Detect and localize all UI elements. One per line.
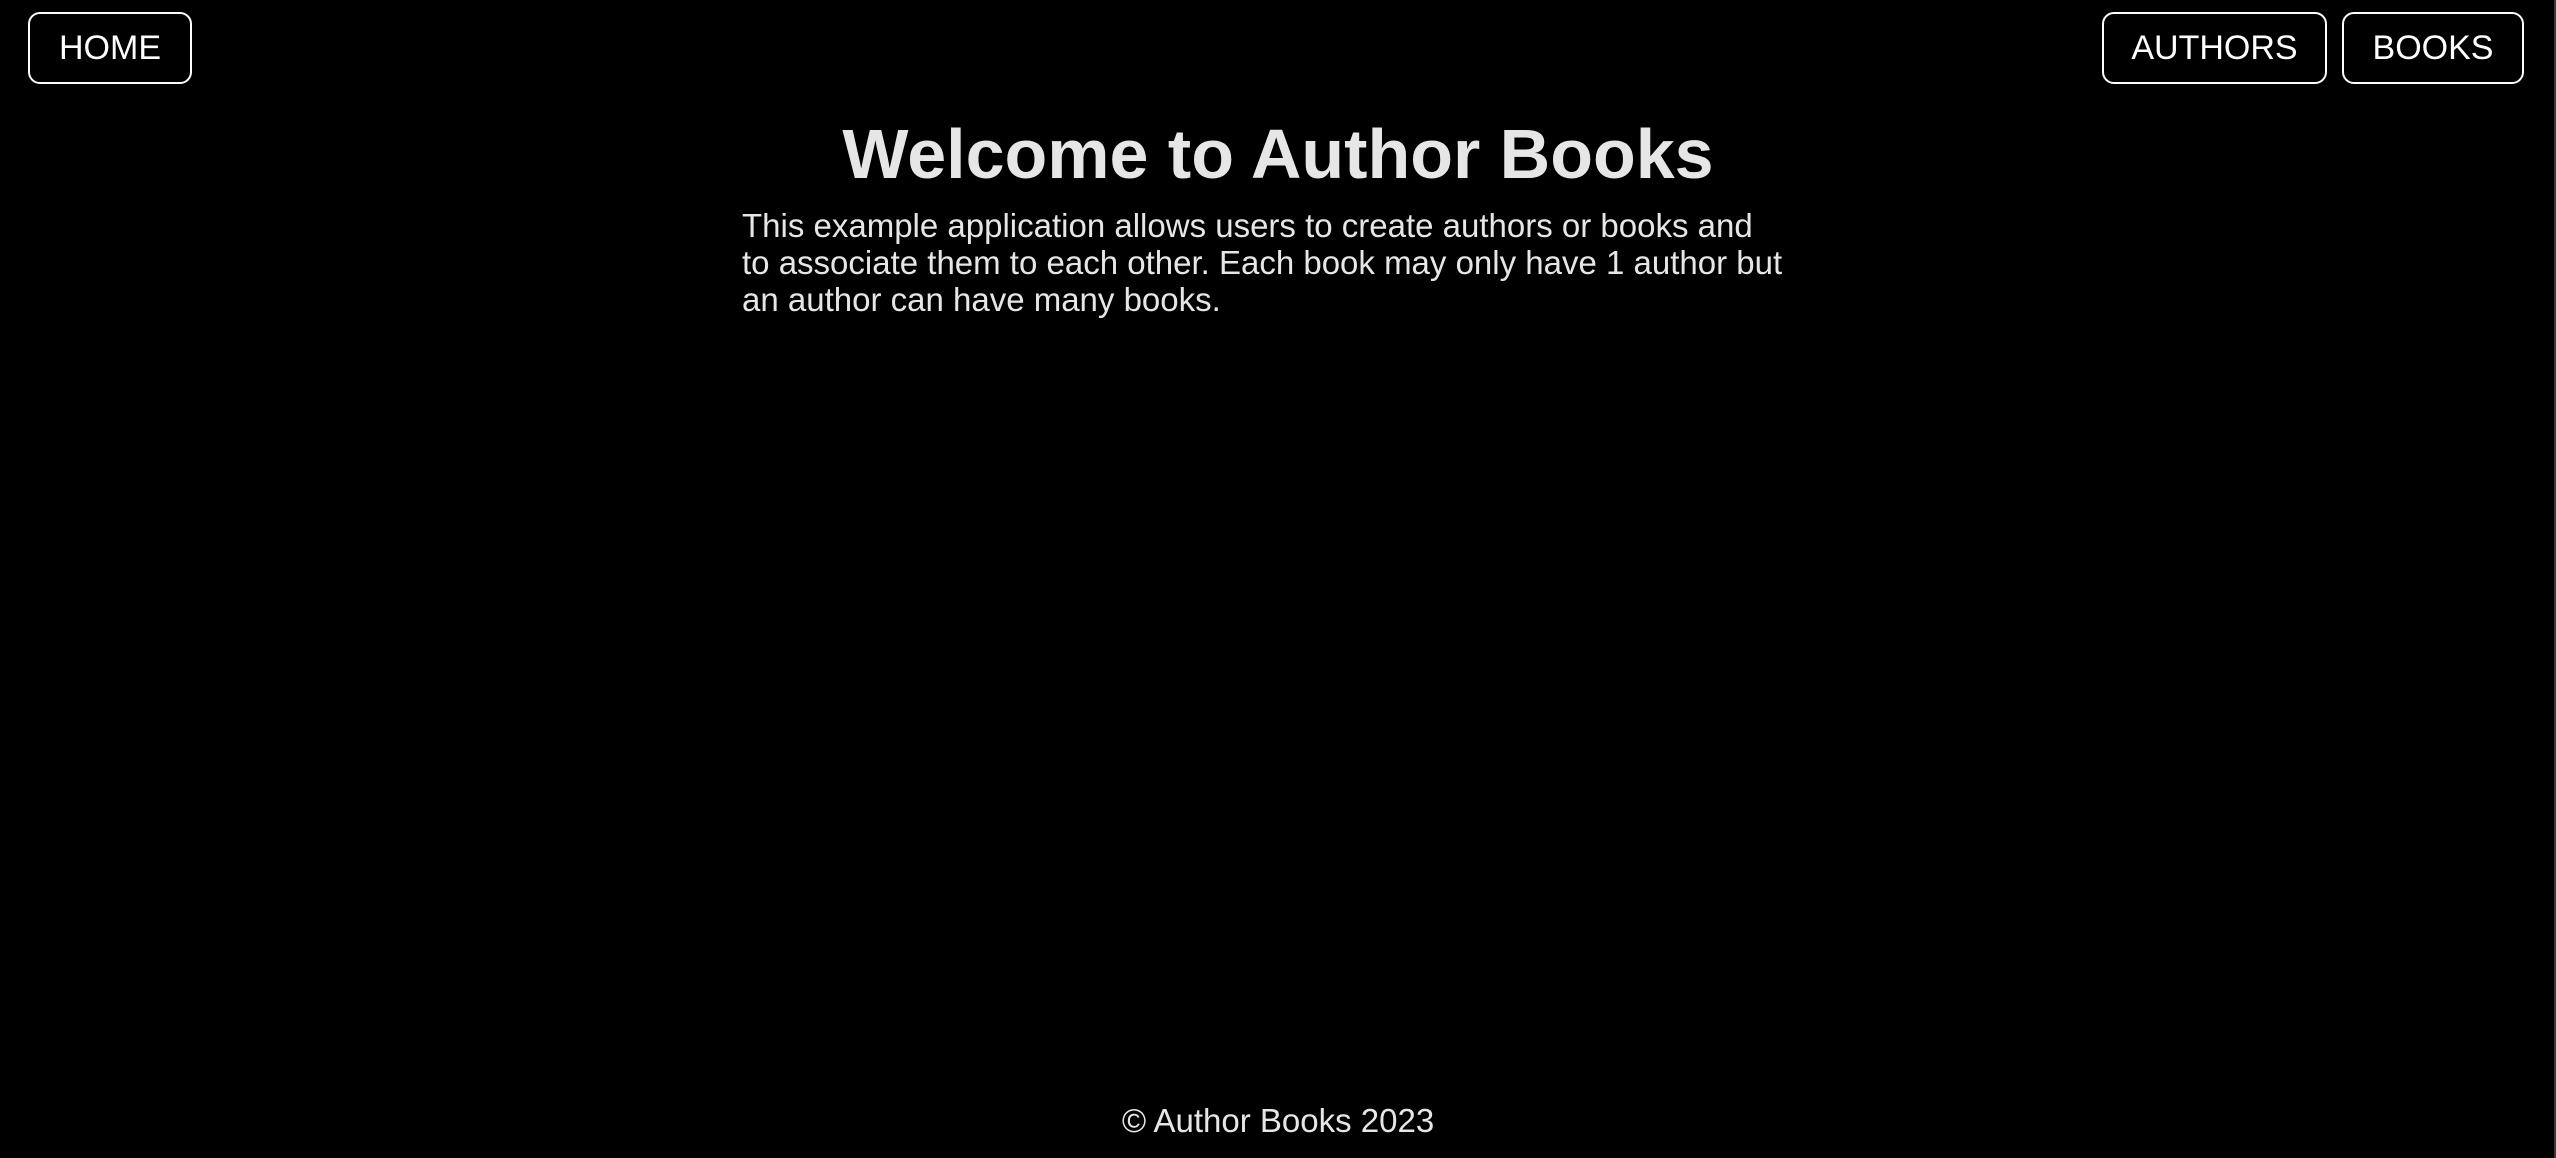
page-title: Welcome to Author Books [842,115,1714,193]
intro-paragraph: This example application allows users to… [742,207,1783,318]
books-button[interactable]: BOOKS [2342,12,2524,84]
authors-button[interactable]: AUTHORS [2102,12,2327,84]
home-button[interactable]: HOME [28,12,192,84]
footer-copyright: © Author Books 2023 [1121,1102,1435,1139]
page: HOME AUTHORS BOOKS Welcome to Author Boo… [0,0,2556,1158]
